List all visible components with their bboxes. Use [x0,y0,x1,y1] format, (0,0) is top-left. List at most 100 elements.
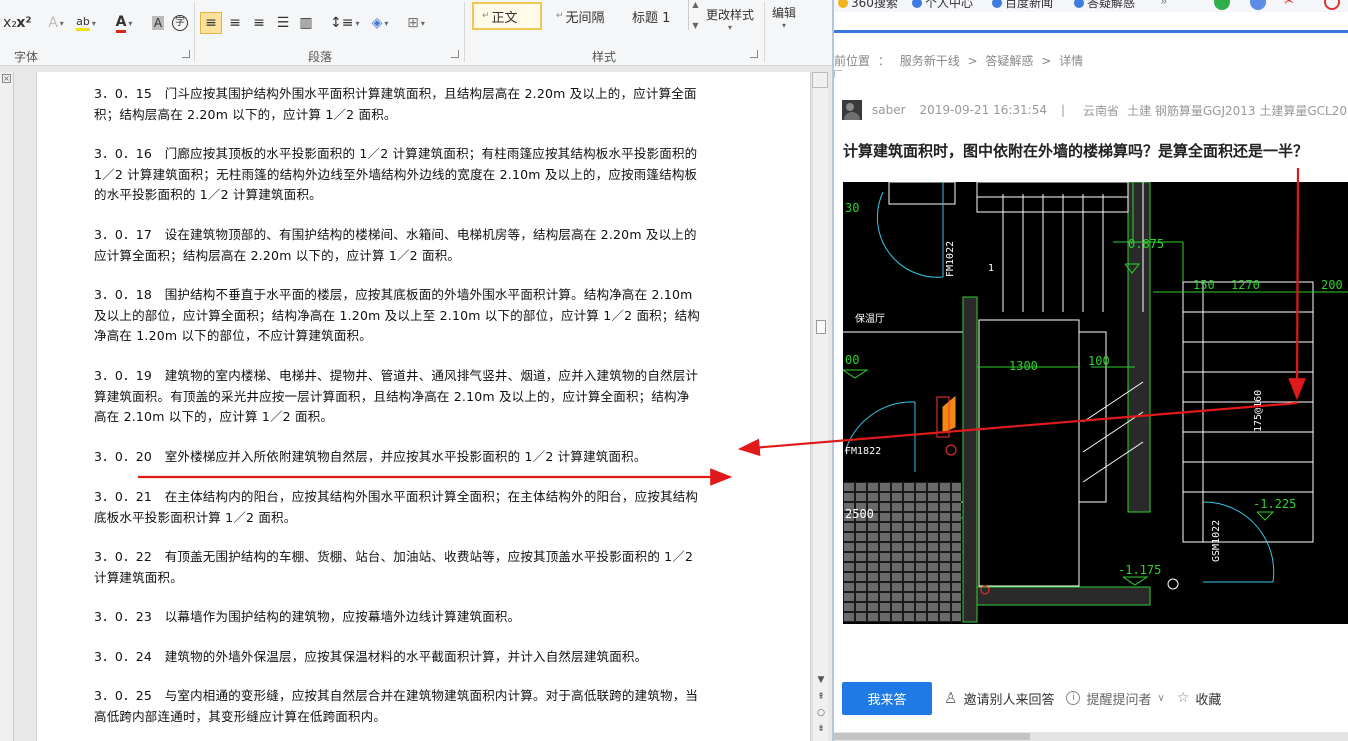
remind-asker-button[interactable]: i 提醒提问者 ∨ [1066,689,1165,708]
extension-green-icon[interactable] [1214,0,1230,10]
paragraph-3-0-18: 3．0．18 围护结构不垂直于水平面的楼层，应按其底板面的外墙外围水平面积计算。… [94,287,700,343]
paragraph-3-0-24: 3．0．24 建筑物的外墙外保温层，应按其保温材料的水平截面积计算，并计入自然层… [94,649,648,664]
breadcrumb-item-service[interactable]: 服务新干线 [900,54,960,68]
style-normal-label: 正文 [491,10,518,26]
next-page-icon[interactable]: ⇟ [813,722,829,736]
bookmark-label: 个人中心 [925,0,974,10]
question-title: 计算建筑面积时，图中依附在外墙的楼梯算吗？是算全面积还是一半？ [843,142,1309,160]
paragraph-dialog-launcher[interactable] [451,50,459,58]
bookmarks-bar: 360搜索 个人中心 百度新闻 答疑解惑 » ✂ [834,0,1348,12]
horizontal-scrollbar[interactable] [834,732,1348,741]
card-corner [834,70,842,78]
cad-dim-label: 2500 [845,507,874,521]
vertical-ruler: × [0,72,14,741]
invite-answer-button[interactable]: ♙ 邀请别人来回答 [944,689,1054,708]
font-color-icon: A [115,14,127,33]
star-icon: ☆ [1176,690,1190,706]
cad-drawing-svg: 0.875 150 1270 200 1300 100 2500 -1.225 … [843,182,1348,623]
paragraph-3-0-20: 3．0．20 室外楼梯应并入所依附建筑物自然层，并应按其水平投影面积的 1／2 … [94,449,647,464]
bookmark-360-search[interactable]: 360搜索 [838,0,898,11]
shading-button[interactable]: ◈ ▾ [370,12,390,34]
cad-room-label: 保温厅 [855,312,885,325]
align-right-button[interactable]: ≡ [249,12,269,34]
cad-dim-label: 100 [1088,354,1110,368]
style-no-spacing[interactable]: ↵ 无间隔 [548,2,620,30]
bookmarks-overflow[interactable]: » [1160,0,1167,8]
style-gallery-scroll[interactable]: ▲ ▼ [688,0,702,30]
paragraph-3-0-16: 3．0．16 门廊应按其顶板的水平投影面积的 1／2 计算建筑面积；有柱雨篷应按… [94,146,698,202]
news-icon [992,0,1002,8]
favorite-button[interactable]: ☆ 收藏 [1177,689,1222,708]
line-spacing-button[interactable]: ↕≡ ▾ [330,12,359,34]
breadcrumb: 前位置 ： 服务新干线 > 答疑解惑 > 详情 [834,54,1084,68]
font-group-label: 字体 [14,50,39,64]
answer-button[interactable]: 我来答 [842,681,932,715]
search-icon [838,0,848,8]
text-effect-button[interactable]: A ▾ [46,12,66,34]
align-left-button[interactable]: ≡ [200,12,222,34]
ribbon: x₂ x² A ▾ ab ▾ A ▾ A 字 字体 ≡ ≡ ≡ ☰ ▥ ↕≡ ▾ ◈ ▾ … [0,0,832,66]
ribbon-divider [194,2,195,62]
char-shading-button[interactable]: A [148,12,168,34]
paragraph-3-0-15: 3．0．15 门斗应按其围护结构外围水平面积计算建筑面积，且结构层高在 2.20… [94,86,697,122]
style-normal[interactable]: ↵ 正文 [472,2,542,30]
change-styles-button[interactable]: 更改样式 ▾ [706,6,754,32]
bookmark-label: 答疑解惑 [1087,0,1136,10]
align-center-button[interactable]: ≡ [225,12,245,34]
font-color-button[interactable]: A ▾ [114,12,134,34]
ribbon-divider [464,2,465,62]
document-scrollbar[interactable]: ▲ ▼ ⇞ ○ ⇟ [812,72,828,741]
cad-dim-label: 00 [845,353,859,367]
bookmark-personal-center[interactable]: 个人中心 [912,0,973,11]
cad-dim-label: 1300 [1009,359,1038,373]
style-heading1[interactable]: 标题 1 [624,2,688,30]
bookmark-baidu-news[interactable]: 百度新闻 [992,0,1053,11]
superscript-toggle[interactable]: x² [14,12,34,34]
justify-icon: ☰ [276,15,290,31]
extension-red-icon[interactable] [1324,0,1340,10]
styles-dialog-launcher[interactable] [750,50,758,58]
highlight-icon: ab [76,15,90,31]
breadcrumb-item-qa[interactable]: 答疑解惑 [985,54,1033,68]
author-name[interactable]: saber [872,103,906,117]
scissors-icon[interactable]: ✂ [1284,0,1300,10]
scroll-thumb[interactable] [816,320,826,334]
remind-label: 提醒提问者 [1086,692,1152,708]
ruler-close-icon[interactable]: × [2,74,11,83]
cad-stair-mark: 1 [988,263,994,274]
editing-button[interactable]: 编辑 ▾ [772,4,796,30]
change-styles-label: 更改样式 [706,8,755,22]
bookmark-label: 360搜索 [851,0,898,10]
paragraph-3-0-23: 3．0．23 以幕墙作为围护结构的建筑物，应按幕墙外边线计算建筑面积。 [94,609,521,624]
highlight-button[interactable]: ab ▾ [76,12,96,34]
favorite-label: 收藏 [1195,692,1222,708]
distribute-button[interactable]: ▥ [296,12,316,34]
ruler-toggle-icon[interactable] [812,72,828,88]
cad-dim-label: 1270 [1231,278,1260,292]
breadcrumb-item-detail: 详情 [1059,54,1084,68]
post-tags: 土建 钢筋算量GGJ2013 土建算量GCL2013 [1127,103,1348,118]
browse-object-icon[interactable]: ○ [813,706,829,720]
nav-bar [834,30,1348,33]
avatar[interactable] [842,100,862,120]
breadcrumb-separator: > [967,54,978,68]
paragraph-group-label: 段落 [308,50,333,64]
cad-drawing-image[interactable]: 0.875 150 1270 200 1300 100 2500 -1.225 … [843,182,1348,624]
scroll-down-arrow[interactable]: ▼ [813,673,829,687]
prev-page-icon[interactable]: ⇞ [813,690,829,704]
enclose-char-button[interactable]: 字 [170,12,190,34]
paragraph-3-0-19: 3．0．19 建筑物的室内楼梯、电梯井、提物井、管道井、通风排气竖井、烟道，应并… [94,368,699,424]
justify-button[interactable]: ☰ [273,12,293,34]
cad-dim-label: -1.225 [1253,497,1296,511]
borders-button[interactable]: ⊞ ▾ [406,12,426,34]
breadcrumb-prefix: 前位置 [834,54,871,68]
ribbon-divider [764,2,765,62]
line-spacing-icon: ↕≡ [330,15,354,31]
distribute-icon: ▥ [299,15,313,31]
cad-dim-label: 150 [1193,278,1215,292]
extension-blue-icon[interactable] [1250,0,1266,10]
cad-dim-label: 30 [845,201,859,215]
font-dialog-launcher[interactable] [182,50,190,58]
paragraph-3-0-25: 3．0．25 与室内相通的变形缝，应按其自然层合并在建筑物建筑面积内计算。对于高… [94,688,699,724]
bookmark-qa[interactable]: 答疑解惑 [1074,0,1135,11]
